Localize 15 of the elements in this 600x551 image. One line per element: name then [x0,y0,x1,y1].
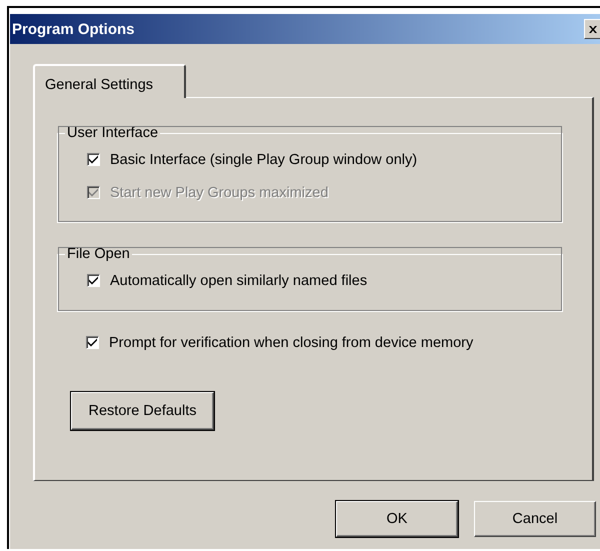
checkbox[interactable] [87,274,100,287]
group-title: User Interface [66,125,160,141]
group-title: File Open [66,246,131,262]
checkbox[interactable] [87,153,100,166]
close-button[interactable] [584,19,600,39]
restore-defaults-button[interactable]: Restore Defaults [71,392,214,430]
dialog-button[interactable]: OK [336,501,458,537]
checkbox-label[interactable]: Prompt for verification when closing from device memory [109,334,474,350]
close-icon [589,26,597,32]
checkbox-label[interactable]: Automatically open similarly named files [110,272,368,288]
checkbox-label[interactable]: Basic Interface (single Play Group window only) [110,152,418,168]
checkbox[interactable] [86,336,99,349]
window-title: Program Options [12,20,135,38]
dialog-button[interactable]: Cancel [474,501,596,537]
tab[interactable]: General Settings [33,64,186,98]
